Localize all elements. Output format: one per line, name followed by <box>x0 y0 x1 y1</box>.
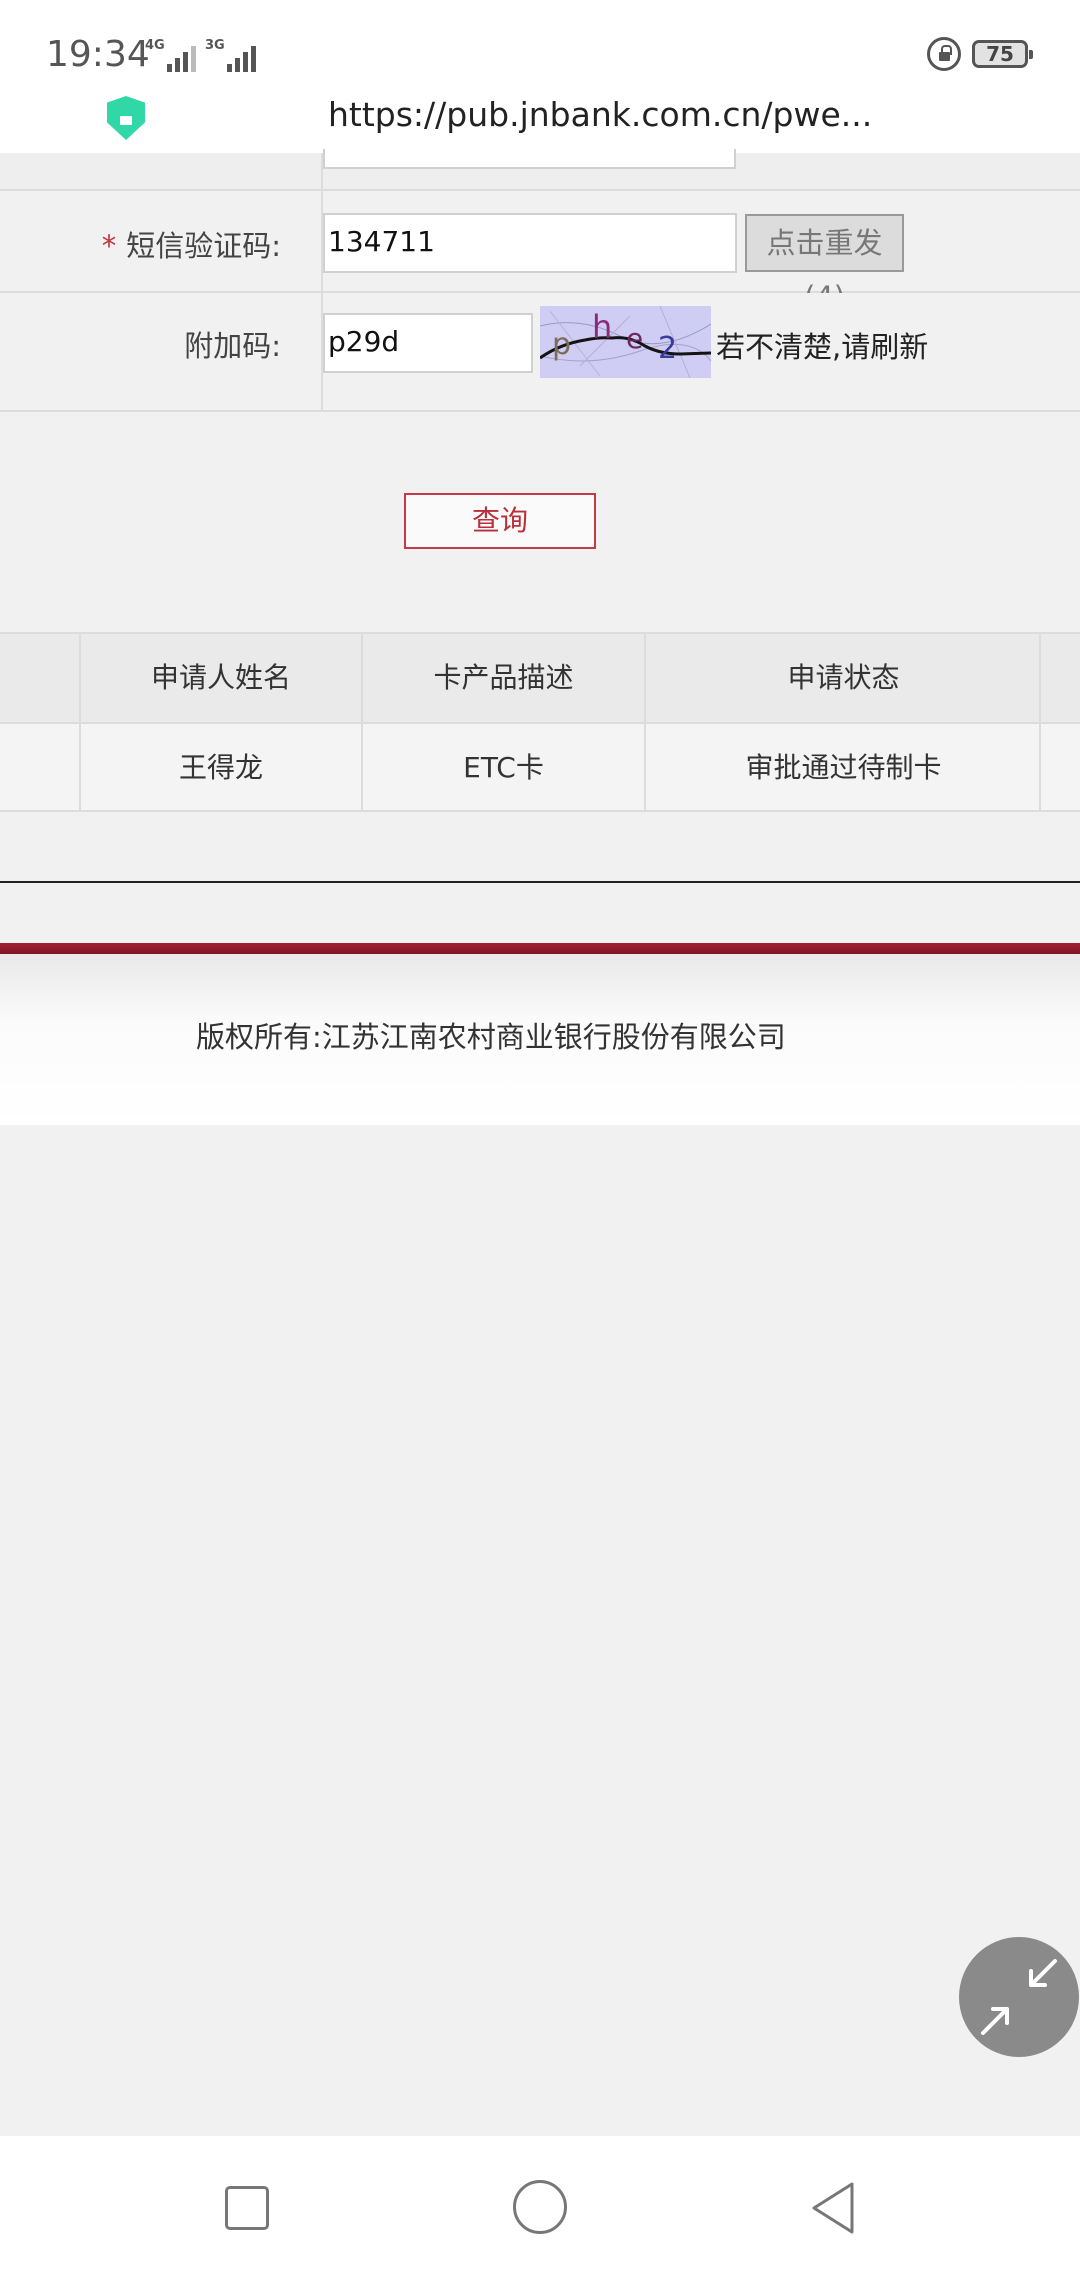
signal-3g-icon: 3G <box>205 38 259 72</box>
circle-icon[interactable] <box>513 2180 567 2234</box>
partial-input-field[interactable] <box>323 149 736 169</box>
extra-code-input[interactable]: p29d <box>323 313 533 373</box>
signal-4g-icon: 4G <box>145 38 199 72</box>
page-footer: 版权所有:江苏江南农村商业银行股份有限公司 <box>0 954 1080 1125</box>
status-time: 19:34 <box>46 34 150 75</box>
browser-top-bar: 19:34 4G 3G 75 https://pub.jnbank.com.cn… <box>0 0 1080 153</box>
table-cell-product: ETC卡 <box>361 724 644 812</box>
captcha-image[interactable]: p h e 2 <box>540 306 711 378</box>
extra-code-label: 附加码: <box>184 329 281 363</box>
url-bar[interactable]: https://pub.jnbank.com.cn/pwe... <box>328 95 872 134</box>
table-header-row: 申请人姓名 卡产品描述 申请状态 <box>0 632 1080 722</box>
form-row-partial <box>0 149 1080 191</box>
svg-text:p: p <box>552 327 571 362</box>
copyright-text: 版权所有:江苏江南农村商业银行股份有限公司 <box>196 1020 786 1054</box>
table-header-extra <box>1039 634 1080 722</box>
battery-icon: 75 <box>972 40 1033 68</box>
form-divider <box>321 153 323 412</box>
refresh-hint-text: 若不清楚,请刷新 <box>716 330 929 364</box>
table-header-name: 申请人姓名 <box>79 634 361 722</box>
table-header-product: 卡产品描述 <box>361 634 644 722</box>
table-cell-extra <box>1039 724 1080 812</box>
rotation-lock-icon <box>927 37 961 71</box>
system-navigation-bar <box>0 2136 1080 2280</box>
triangle-back-icon[interactable] <box>808 2180 858 2236</box>
svg-text:2: 2 <box>658 331 677 366</box>
collapse-arrows-icon[interactable] <box>959 1937 1079 2057</box>
table-row[interactable]: 王得龙 ETC卡 审批通过待制卡 <box>0 722 1080 812</box>
sms-code-label: * 短信验证码: <box>101 229 281 263</box>
shield-icon[interactable] <box>107 96 145 140</box>
svg-text:h: h <box>592 308 612 346</box>
battery-level: 75 <box>986 42 1014 66</box>
sms-code-input[interactable]: 134711 <box>323 213 737 273</box>
required-mark: * <box>101 229 117 263</box>
table-cell-status: 审批通过待制卡 <box>644 724 1041 812</box>
query-button[interactable]: 查询 <box>404 493 596 549</box>
table-header-status: 申请状态 <box>644 634 1041 722</box>
divider-line <box>0 881 1080 883</box>
footer-accent-band <box>0 943 1080 954</box>
svg-text:e: e <box>626 322 643 355</box>
network-type-3g: 3G <box>205 38 225 53</box>
table-cell-name: 王得龙 <box>79 724 361 812</box>
network-type-4g: 4G <box>145 38 165 53</box>
resend-button[interactable]: 点击重发(4) <box>745 214 904 314</box>
square-icon[interactable] <box>225 2186 269 2230</box>
